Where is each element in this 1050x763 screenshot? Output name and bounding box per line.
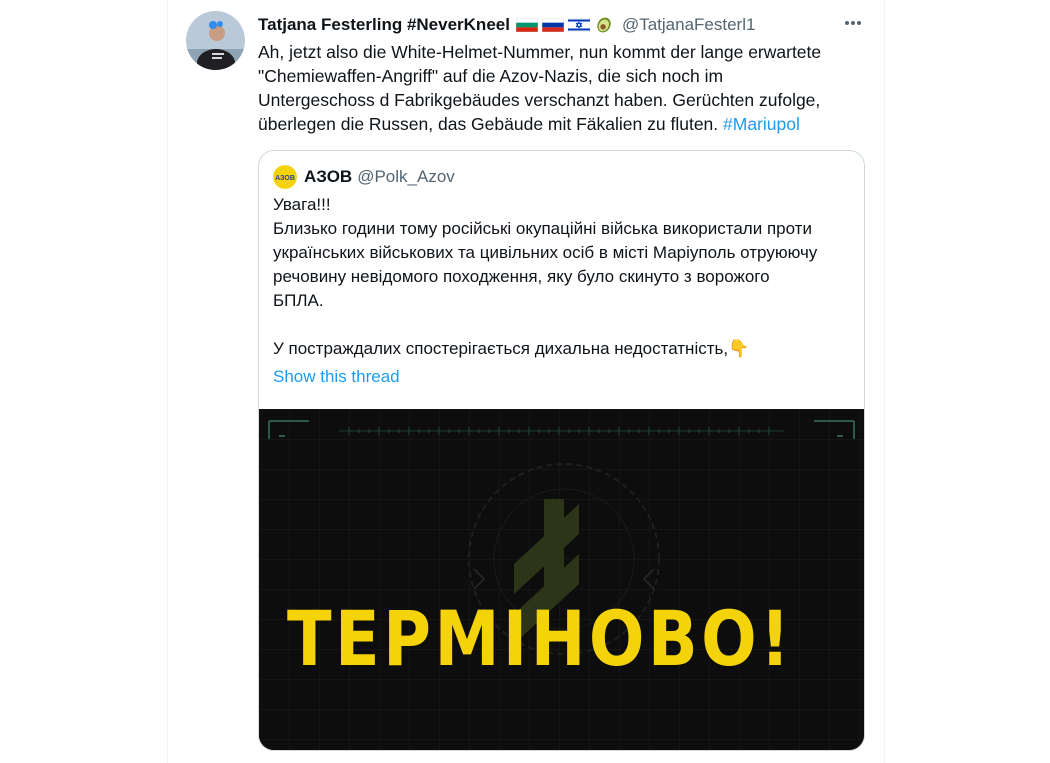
more-dots-icon <box>845 21 861 25</box>
quoted-text-line: Близько години тому російські окупаційні… <box>273 219 812 238</box>
urgent-headline: ТЕРМІНОВО! <box>287 594 794 683</box>
pointing-down-emoji-icon: 👇 <box>728 339 750 358</box>
quoted-text-line: БПЛА. <box>273 291 324 310</box>
display-name[interactable]: Tatjana Festerling #NeverKneel <box>258 15 510 35</box>
tweet-header: Tatjana Festerling #NeverKneel @TatjanaF <box>258 14 868 36</box>
quoted-text-line: речовину невідомого походження, яку було… <box>273 267 770 286</box>
tweet-text-segment: überlegen die Russen, das Gebäude mit Fä… <box>258 114 724 134</box>
tweet-text-line: Untergeschoss d Fabrikgebäudes verschanz… <box>258 90 821 110</box>
show-thread-link[interactable]: Show this thread <box>273 367 400 387</box>
quoted-display-name[interactable]: АЗОВ <box>304 167 352 187</box>
tweet-text-line: "Chemiewaffen-Angriff" auf die Azov-Nazi… <box>258 66 724 86</box>
tweet-text-line: überlegen die Russen, das Gebäude mit Fä… <box>258 112 858 136</box>
handle[interactable]: @TatjanaFesterl1 <box>622 15 756 35</box>
quoted-tweet-text: Увага!!! Близько години тому російські о… <box>273 193 853 361</box>
avocado-icon <box>597 17 611 33</box>
russia-flag-icon <box>541 18 564 32</box>
quoted-avatar-text: АЗОВ <box>275 175 295 182</box>
hashtag-link[interactable]: #Mariupol <box>723 114 800 134</box>
quoted-media-image[interactable]: ТЕРМІНОВО! <box>259 409 864 750</box>
quoted-text-line: українських військових та цивільних осіб… <box>273 243 818 262</box>
name-emojis <box>515 16 614 34</box>
israel-flag-icon <box>567 18 590 32</box>
quoted-text-segment: У постраждалих спостерігається дихальна … <box>273 339 729 358</box>
quoted-tweet[interactable]: АЗОВ АЗОВ @Polk_Azov Увага!!! Близько го… <box>258 150 865 751</box>
tweet-text-line: Ah, jetzt also die White-Helmet-Nummer, … <box>258 42 822 62</box>
quoted-tweet-header: АЗОВ АЗОВ @Polk_Azov <box>273 165 455 189</box>
avatar[interactable] <box>186 11 245 70</box>
more-options-button[interactable] <box>842 12 864 34</box>
quoted-text-line: У постраждалих спостерігається дихальна … <box>273 337 853 361</box>
tweet-text: Ah, jetzt also die White-Helmet-Nummer, … <box>258 40 858 136</box>
quoted-avatar[interactable]: АЗОВ <box>273 165 297 189</box>
quoted-text-line: Увага!!! <box>273 195 331 214</box>
quoted-handle[interactable]: @Polk_Azov <box>357 167 455 187</box>
avatar-image <box>186 11 245 70</box>
media-background-graphic <box>259 409 864 750</box>
bulgaria-flag-icon <box>515 18 538 32</box>
